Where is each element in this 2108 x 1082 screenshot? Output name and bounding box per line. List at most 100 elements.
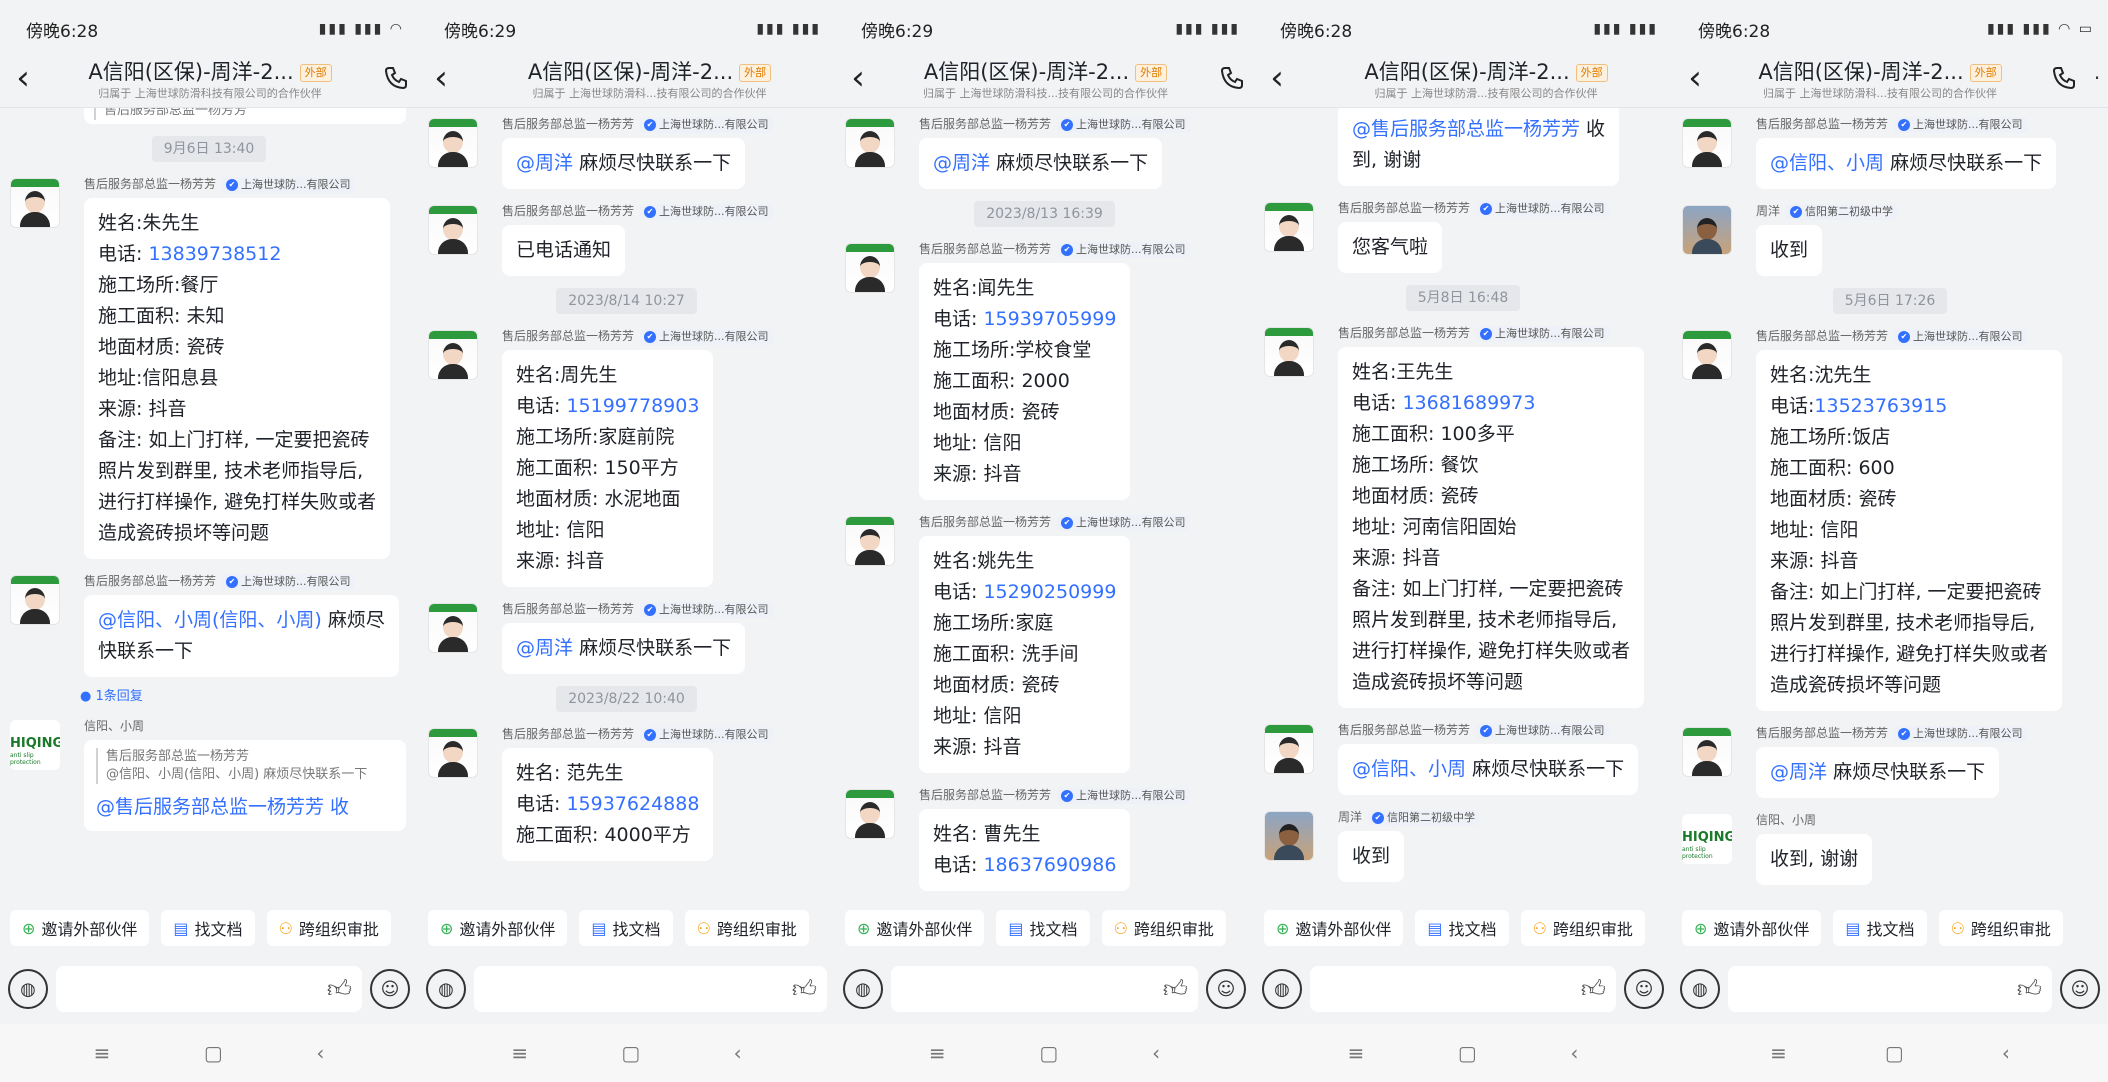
message-bubble[interactable]: @信阳、小周(信阳、小周) 麻烦尽 快联系一下 <box>84 595 399 677</box>
phone-link[interactable]: 15290250999 <box>983 581 1116 603</box>
home-nav-icon[interactable]: ▢ <box>1039 1041 1058 1065</box>
avatar[interactable] <box>1682 727 1732 777</box>
back-icon[interactable]: ‹ <box>1254 58 1300 98</box>
message-bubble[interactable]: 收到, 谢谢 <box>1756 834 1873 885</box>
avatar[interactable] <box>428 728 478 778</box>
cross-org-approval-button[interactable]: ⚇ 跨组织审批 <box>1101 910 1226 946</box>
find-doc-button[interactable]: ▤ 找文档 <box>1415 910 1509 946</box>
mention[interactable]: @周洋 <box>516 637 573 659</box>
message-bubble[interactable]: @售后服务部总监一杨芳芳 收到, 谢谢 <box>1338 108 1620 186</box>
mention[interactable]: @周洋 <box>933 152 990 174</box>
message-bubble[interactable]: @信阳、小周 麻烦尽快联系一下 <box>1338 744 1639 795</box>
avatar[interactable] <box>428 205 478 255</box>
microphone-icon[interactable]: ◍ <box>426 969 466 1009</box>
message-bubble[interactable]: @信阳、小周 麻烦尽快联系一下 <box>1756 138 2057 189</box>
message-input[interactable]: 👍︎ <box>474 966 827 1012</box>
message-input[interactable]: 👍︎ <box>1310 966 1616 1012</box>
message-list[interactable]: @售后服务部总监一杨芳芳 收到, 谢谢 售后服务部总监一杨芳芳上海世球防...有… <box>1254 108 1672 903</box>
avatar[interactable] <box>845 516 895 566</box>
mention[interactable]: @售后服务部总监一杨芳芳 <box>1352 118 1580 140</box>
message-list[interactable]: 售后服务部总监一杨芳芳 9月6日 13:40 售后服务部总监一杨芳芳上海世球防.… <box>0 108 418 903</box>
chat-title[interactable]: A信阳(区保)-周洋-2... <box>88 60 293 84</box>
message-bubble[interactable]: @周洋 麻烦尽快联系一下 <box>919 138 1163 189</box>
microphone-icon[interactable]: ◍ <box>843 969 883 1009</box>
thumbs-up-icon[interactable]: 👍︎ <box>792 975 817 1004</box>
hiqing-logo-avatar[interactable]: HIQING anti slip protection <box>1682 814 1732 864</box>
quote-reply[interactable]: 售后服务部总监一杨芳芳 @信阳、小周(信阳、小周) 麻烦尽快联系一下 @售后服务部… <box>84 740 406 831</box>
cross-org-approval-button[interactable]: ⚇ 跨组织审批 <box>1520 910 1645 946</box>
mention[interactable]: @周洋 <box>516 152 573 174</box>
reply-count-link[interactable]: ● 1条回复 <box>0 685 418 704</box>
message-bubble[interactable]: 收到 <box>1756 225 1823 276</box>
emoji-icon[interactable]: ☺ <box>1206 969 1246 1009</box>
message-list[interactable]: 售后服务部总监一杨芳芳上海世球防...有限公司 @周洋 麻烦尽快联系一下 202… <box>835 108 1254 903</box>
avatar[interactable] <box>1264 327 1314 377</box>
message-bubble[interactable]: 您客气啦 <box>1338 222 1443 273</box>
microphone-icon[interactable]: ◍ <box>1262 969 1302 1009</box>
avatar[interactable] <box>10 178 60 228</box>
order-bubble[interactable]: 姓名:闻先生 电话: 15939705999 施工场所:学校食堂 施工面积: 2… <box>919 263 1131 500</box>
message-bubble[interactable]: @周洋 麻烦尽快联系一下 <box>1756 747 2000 798</box>
message-bubble[interactable]: @周洋 麻烦尽快联系一下 <box>502 623 746 674</box>
thumbs-up-icon[interactable]: 👍︎ <box>2017 975 2042 1004</box>
invite-partner-button[interactable]: ⊕ 邀请外部伙伴 <box>845 910 985 946</box>
avatar[interactable] <box>1682 205 1732 255</box>
avatar[interactable] <box>1264 202 1314 252</box>
order-bubble[interactable]: 姓名:王先生 电话: 13681689973 施工面积: 100多平 施工场所:… <box>1338 347 1645 708</box>
find-doc-button[interactable]: ▤ 找文档 <box>1833 910 1927 946</box>
phone-link[interactable]: 13681689973 <box>1402 392 1535 414</box>
invite-partner-button[interactable]: ⊕ 邀请外部伙伴 <box>1264 910 1404 946</box>
call-icon[interactable] <box>374 58 418 98</box>
order-bubble[interactable]: 姓名:朱先生 电话: 13839738512 施工场所:餐厅 施工面积: 未知 … <box>84 198 391 559</box>
message-list[interactable]: 售后服务部总监一杨芳芳上海世球防...有限公司 @信阳、小周 麻烦尽快联系一下 … <box>1672 108 2108 903</box>
message-input[interactable]: 👍︎ <box>56 966 362 1012</box>
back-nav-icon[interactable]: ‹ <box>734 1041 742 1065</box>
back-nav-icon[interactable]: ‹ <box>2002 1041 2010 1065</box>
avatar[interactable] <box>1264 811 1314 861</box>
mention[interactable]: @信阳、小周 <box>1770 152 1884 174</box>
emoji-icon[interactable]: ☺ <box>2060 969 2100 1009</box>
avatar[interactable] <box>428 330 478 380</box>
more-icon[interactable]: · <box>2086 58 2108 98</box>
home-nav-icon[interactable]: ▢ <box>621 1041 640 1065</box>
avatar[interactable] <box>845 118 895 168</box>
chat-title[interactable]: A信阳(区保)-周洋-2... <box>924 60 1129 84</box>
message-input[interactable]: 👍︎ <box>1728 966 2052 1012</box>
order-bubble[interactable]: 姓名:周先生 电话: 15199778903 施工场所:家庭前院 施工面积: 1… <box>502 350 714 587</box>
avatar[interactable] <box>1682 330 1732 380</box>
phone-link[interactable]: 15937624888 <box>566 793 699 815</box>
order-bubble[interactable]: 姓名: 范先生 电话: 15937624888 施工面积: 4000平方 <box>502 748 714 861</box>
avatar[interactable] <box>428 603 478 653</box>
menu-nav-icon[interactable]: ≡ <box>94 1041 111 1065</box>
chat-title[interactable]: A信阳(区保)-周洋-2... <box>1364 60 1569 84</box>
phone-link[interactable]: 18637690986 <box>983 854 1116 876</box>
order-bubble[interactable]: 姓名: 曹先生 电话: 18637690986 <box>919 809 1131 891</box>
avatar[interactable] <box>1682 118 1732 168</box>
menu-nav-icon[interactable]: ≡ <box>1770 1041 1787 1065</box>
menu-nav-icon[interactable]: ≡ <box>1348 1041 1365 1065</box>
microphone-icon[interactable]: ◍ <box>8 969 48 1009</box>
call-icon[interactable] <box>2042 58 2086 98</box>
phone-link[interactable]: 13839738512 <box>148 243 281 265</box>
avatar[interactable] <box>428 118 478 168</box>
back-nav-icon[interactable]: ‹ <box>1152 1041 1160 1065</box>
back-nav-icon[interactable]: ‹ <box>1570 1041 1578 1065</box>
chat-title[interactable]: A信阳(区保)-周洋-2... <box>1758 60 1963 84</box>
back-nav-icon[interactable]: ‹ <box>316 1041 324 1065</box>
home-nav-icon[interactable]: ▢ <box>204 1041 223 1065</box>
menu-nav-icon[interactable]: ≡ <box>929 1041 946 1065</box>
avatar[interactable] <box>845 789 895 839</box>
invite-partner-button[interactable]: ⊕ 邀请外部伙伴 <box>428 910 568 946</box>
call-icon[interactable] <box>1210 58 1254 98</box>
invite-partner-button[interactable]: ⊕ 邀请外部伙伴 <box>1682 910 1822 946</box>
microphone-icon[interactable]: ◍ <box>1680 969 1720 1009</box>
message-input[interactable]: 👍︎ <box>891 966 1198 1012</box>
phone-link[interactable]: 15939705999 <box>983 308 1116 330</box>
back-icon[interactable]: ‹ <box>1672 58 1718 98</box>
cross-org-approval-button[interactable]: ⚇ 跨组织审批 <box>266 910 391 946</box>
back-icon[interactable]: ‹ <box>418 58 464 98</box>
cross-org-approval-button[interactable]: ⚇ 跨组织审批 <box>1938 910 2063 946</box>
back-icon[interactable]: ‹ <box>0 58 46 98</box>
thumbs-up-icon[interactable]: 👍︎ <box>1163 975 1188 1004</box>
back-icon[interactable]: ‹ <box>835 58 881 98</box>
